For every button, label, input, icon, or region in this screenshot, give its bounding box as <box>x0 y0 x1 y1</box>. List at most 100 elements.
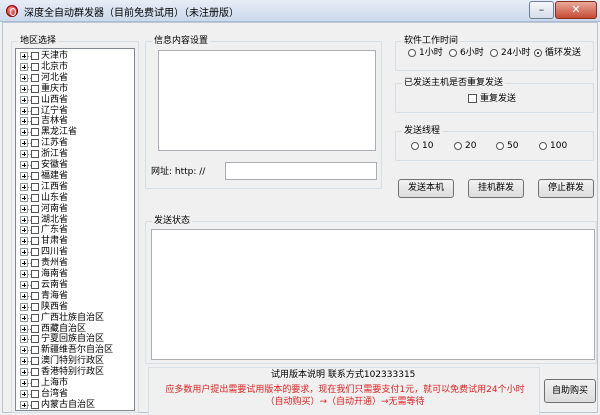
radio-icon[interactable] <box>534 49 542 57</box>
region-checkbox[interactable] <box>31 52 39 60</box>
region-tree-item[interactable]: 海南省 <box>20 269 68 279</box>
expand-icon[interactable] <box>20 128 28 137</box>
region-checkbox[interactable] <box>31 150 39 159</box>
region-tree-item[interactable]: 广西壮族自治区 <box>20 313 104 323</box>
hang-send-button[interactable]: 挂机群发 <box>468 179 524 198</box>
region-checkbox[interactable] <box>31 313 39 322</box>
region-checkbox[interactable] <box>31 379 39 387</box>
region-checkbox[interactable] <box>31 302 39 311</box>
expand-icon[interactable] <box>20 270 28 278</box>
region-tree-item[interactable]: 山西省 <box>20 95 68 105</box>
expand-icon[interactable] <box>20 237 28 246</box>
radio-icon[interactable] <box>490 49 498 57</box>
expand-icon[interactable] <box>20 117 28 126</box>
region-tree-item[interactable]: 吉林省 <box>20 116 68 126</box>
expand-icon[interactable] <box>20 389 28 398</box>
expand-icon[interactable] <box>20 379 28 387</box>
expand-icon[interactable] <box>20 204 28 213</box>
expand-icon[interactable] <box>20 73 28 82</box>
region-checkbox[interactable] <box>31 400 39 409</box>
auto-buy-button[interactable]: 自助购买 <box>544 379 596 403</box>
region-checkbox[interactable] <box>31 324 39 333</box>
region-checkbox[interactable] <box>31 106 39 115</box>
region-checkbox[interactable] <box>31 226 39 235</box>
expand-icon[interactable] <box>20 139 28 148</box>
region-tree-item[interactable]: 陕西省 <box>20 302 68 312</box>
repeat-checkbox[interactable]: 重复发送 <box>468 94 516 104</box>
region-tree-item[interactable]: 青海省 <box>20 291 68 301</box>
region-checkbox[interactable] <box>31 73 39 82</box>
region-checkbox[interactable] <box>31 335 39 344</box>
region-tree-item[interactable]: 北京市 <box>20 62 68 72</box>
work-time-radio[interactable]: 循环发送 <box>534 48 581 58</box>
region-checkbox[interactable] <box>31 139 39 148</box>
region-tree-item[interactable]: 黑龙江省 <box>20 127 77 137</box>
region-tree-item[interactable]: 山东省 <box>20 193 68 203</box>
expand-icon[interactable] <box>20 84 28 93</box>
radio-icon[interactable] <box>539 142 547 150</box>
work-time-radio[interactable]: 6小时 <box>449 48 484 58</box>
url-input[interactable] <box>225 162 377 180</box>
region-checkbox[interactable] <box>31 346 39 355</box>
region-tree-item[interactable]: 重庆市 <box>20 84 68 94</box>
expand-icon[interactable] <box>20 357 28 366</box>
region-checkbox[interactable] <box>31 215 39 224</box>
region-tree-item[interactable]: 内蒙古自治区 <box>20 400 95 410</box>
region-checkbox[interactable] <box>31 280 39 289</box>
expand-icon[interactable] <box>20 62 28 71</box>
expand-icon[interactable] <box>20 150 28 159</box>
expand-icon[interactable] <box>20 182 28 191</box>
thread-radio[interactable]: 100 <box>539 141 567 151</box>
work-time-radio[interactable]: 24小时 <box>490 48 530 58</box>
expand-icon[interactable] <box>20 226 28 235</box>
region-checkbox[interactable] <box>31 291 39 300</box>
radio-icon[interactable] <box>496 142 504 150</box>
expand-icon[interactable] <box>20 335 28 344</box>
region-checkbox[interactable] <box>31 270 39 278</box>
expand-icon[interactable] <box>20 161 28 169</box>
region-tree-item[interactable]: 新疆维吾尔自治区 <box>20 345 113 355</box>
expand-icon[interactable] <box>20 248 28 257</box>
expand-icon[interactable] <box>20 171 28 180</box>
expand-icon[interactable] <box>20 346 28 355</box>
radio-icon[interactable] <box>411 142 419 150</box>
expand-icon[interactable] <box>20 302 28 311</box>
expand-icon[interactable] <box>20 52 28 60</box>
expand-icon[interactable] <box>20 280 28 289</box>
radio-icon[interactable] <box>449 49 457 57</box>
region-checkbox[interactable] <box>31 248 39 257</box>
region-tree-item[interactable]: 澳门特别行政区 <box>20 356 104 366</box>
region-checkbox[interactable] <box>31 171 39 180</box>
stop-send-button[interactable]: 停止群发 <box>538 179 594 198</box>
region-tree[interactable]: 天津市 北京市 河北省 重庆市 山西省 辽宁省 吉林省 黑龙江省 江苏省 浙江省 安徽省 福建省 江西省… <box>15 48 135 411</box>
region-checkbox[interactable] <box>31 389 39 398</box>
region-checkbox[interactable] <box>31 182 39 191</box>
region-tree-item[interactable]: 安徽省 <box>20 160 68 170</box>
region-checkbox[interactable] <box>31 237 39 246</box>
region-tree-item[interactable]: 香港特别行政区 <box>20 367 104 377</box>
region-checkbox[interactable] <box>31 368 39 377</box>
work-time-radio[interactable]: 1小时 <box>408 48 443 58</box>
region-tree-item[interactable]: 宁夏回族自治区 <box>20 334 104 344</box>
repeat-checkbox-box[interactable] <box>468 94 477 103</box>
region-checkbox[interactable] <box>31 161 39 169</box>
region-tree-item[interactable]: 湖北省 <box>20 215 68 225</box>
region-tree-item[interactable]: 福建省 <box>20 171 68 181</box>
region-checkbox[interactable] <box>31 259 39 268</box>
expand-icon[interactable] <box>20 313 28 322</box>
region-tree-item[interactable]: 河南省 <box>20 204 68 214</box>
thread-radio[interactable]: 20 <box>454 141 476 151</box>
region-tree-item[interactable]: 贵州省 <box>20 258 68 268</box>
region-tree-item[interactable]: 天津市 <box>20 51 68 61</box>
message-textarea[interactable] <box>158 50 376 151</box>
expand-icon[interactable] <box>20 95 28 104</box>
region-checkbox[interactable] <box>31 193 39 202</box>
region-checkbox[interactable] <box>31 95 39 104</box>
region-tree-item[interactable]: 河北省 <box>20 73 68 83</box>
region-tree-item[interactable]: 甘肃省 <box>20 236 68 246</box>
expand-icon[interactable] <box>20 400 28 409</box>
minimize-button[interactable]: – <box>529 1 554 19</box>
thread-radio[interactable]: 10 <box>411 141 433 151</box>
region-tree-item[interactable]: 台湾省 <box>20 389 68 399</box>
region-tree-item[interactable]: 浙江省 <box>20 149 68 159</box>
